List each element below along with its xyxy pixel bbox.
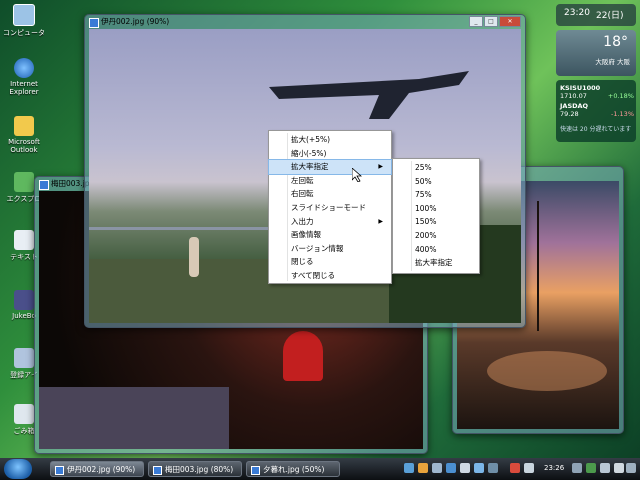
tray-icon[interactable]	[524, 463, 534, 473]
taskbar-clock[interactable]: 23:26	[544, 464, 564, 472]
stock-change: +0.18%	[607, 92, 634, 100]
stock-row: JASDAQ 79.28 -1.13%	[560, 102, 634, 118]
zoom-option-100[interactable]: 100%	[393, 202, 479, 216]
tray-icon[interactable]	[572, 463, 582, 473]
desktop-icon-label: JukeBo	[12, 312, 36, 320]
stock-symbol: JASDAQ	[560, 102, 589, 110]
zoom-option-400[interactable]: 400%	[393, 243, 479, 257]
tray-icon[interactable]	[510, 463, 520, 473]
window-controls: _ □ ✕	[469, 16, 521, 27]
jukebox-icon	[14, 290, 34, 310]
app-icon	[89, 18, 99, 28]
zoom-option-200[interactable]: 200%	[393, 229, 479, 243]
recycle-bin-icon	[14, 404, 34, 424]
app-icon	[251, 466, 260, 475]
taskbar-button-umeda[interactable]: 梅田003.jpg (80%)	[148, 461, 242, 477]
zoom-option-150[interactable]: 150%	[393, 215, 479, 229]
airplane-silhouette	[269, 71, 469, 119]
menu-item-zoom-out[interactable]: 縮小(-5%)	[269, 147, 391, 161]
taskbar-button-itami[interactable]: 伊丹002.jpg (90%)	[50, 461, 144, 477]
stocks-gadget[interactable]: KSISU1000 1710.07 +0.18% JASDAQ 79.28 -1…	[556, 80, 636, 142]
zoom-option-25[interactable]: 25%	[393, 161, 479, 175]
mouse-cursor-icon	[352, 168, 362, 182]
puddle-reflection	[487, 351, 607, 391]
menu-item-rotate-left[interactable]: 左回転	[269, 174, 391, 188]
gadget-date: 22(日)	[596, 11, 624, 21]
app-icon	[153, 466, 162, 475]
tray-icon[interactable]	[404, 463, 414, 473]
person-figure	[189, 237, 199, 277]
tray-icon[interactable]	[488, 463, 498, 473]
menu-item-close[interactable]: 閉じる	[269, 255, 391, 269]
tray-icon[interactable]	[432, 463, 442, 473]
tray-icon[interactable]	[600, 463, 610, 473]
menu-item-label: 拡大率指定	[291, 162, 329, 172]
tray-icon[interactable]	[626, 463, 636, 473]
brick-path	[39, 387, 229, 449]
desktop-icon-label: コンピュータ	[3, 29, 45, 37]
taskbar-button-sunset[interactable]: 夕暮れ.jpg (50%)	[246, 461, 340, 477]
internet-explorer-icon	[14, 58, 34, 78]
desktop-icon-label: Internet Explorer	[9, 80, 39, 96]
maximize-button[interactable]: □	[484, 16, 498, 27]
menu-item-version-info[interactable]: バージョン情報	[269, 242, 391, 256]
clock-gadget[interactable]: 23:20 22(日)	[556, 4, 636, 26]
submenu-arrow-icon: ▶	[378, 163, 383, 171]
stock-value: 1710.07	[560, 92, 587, 100]
taskbar-button-label: 梅田003.jpg (80%)	[165, 465, 234, 474]
desktop-icon-label: ごみ箱	[13, 427, 35, 435]
close-button[interactable]: ✕	[499, 16, 521, 27]
menu-item-zoom-ratio[interactable]: 拡大率指定 ▶	[268, 159, 392, 175]
text-file-icon	[14, 230, 34, 250]
menu-item-image-info[interactable]: 画像情報	[269, 228, 391, 242]
desktop-icon-label: Microsoft Outlook	[8, 138, 40, 154]
utility-pole	[537, 201, 539, 331]
menu-item-close-all[interactable]: すべて閉じる	[269, 269, 391, 283]
tray-icon[interactable]	[614, 463, 624, 473]
stock-row: KSISU1000 1710.07 +0.18%	[560, 84, 634, 100]
zoom-submenu: 25% 50% 75% 100% 150% 200% 400% 拡大率指定	[392, 158, 480, 274]
zoom-option-75[interactable]: 75%	[393, 188, 479, 202]
taskbar-button-label: 伊丹002.jpg (90%)	[67, 465, 136, 474]
weather-temp: 18°	[603, 34, 628, 50]
menu-item-label: 入出力	[291, 216, 314, 226]
stock-symbol: KSISU1000	[560, 84, 601, 92]
registered-icon	[14, 348, 34, 368]
desktop-icon-internet-explorer[interactable]: Internet Explorer	[2, 58, 46, 96]
computer-icon	[13, 4, 35, 26]
weather-gadget[interactable]: 18° 大阪府 大阪	[556, 30, 636, 76]
app-icon	[39, 180, 49, 190]
minimize-button[interactable]: _	[469, 16, 483, 27]
folder-icon	[14, 172, 34, 192]
window-titlebar[interactable]: 伊丹002.jpg (90%) _ □ ✕	[85, 15, 525, 29]
menu-item-io[interactable]: 入出力 ▶	[269, 215, 391, 229]
menu-item-rotate-right[interactable]: 右回転	[269, 187, 391, 201]
stock-change: -1.13%	[611, 110, 634, 118]
menu-item-slideshow[interactable]: スライドショーモード	[269, 201, 391, 215]
window-title: 伊丹002.jpg (90%)	[101, 17, 170, 26]
taskbar-button-label: 夕暮れ.jpg (50%)	[263, 465, 325, 474]
submenu-arrow-icon: ▶	[378, 217, 383, 225]
taskbar: 伊丹002.jpg (90%) 梅田003.jpg (80%) 夕暮れ.jpg …	[0, 458, 640, 480]
tray-icon[interactable]	[446, 463, 456, 473]
zoom-option-50[interactable]: 50%	[393, 175, 479, 189]
desktop-icon-outlook[interactable]: Microsoft Outlook	[2, 116, 46, 154]
start-button[interactable]	[4, 459, 32, 479]
gadget-time: 23:20	[564, 8, 590, 18]
stock-value: 79.28	[560, 110, 579, 118]
outlook-icon	[14, 116, 34, 136]
stock-note: 快速は 20 分遅れています	[560, 126, 632, 133]
tray-icon[interactable]	[460, 463, 470, 473]
context-menu: 拡大(+5%) 縮小(-5%) 拡大率指定 ▶ 左回転 右回転 スライドショーモ…	[268, 130, 392, 284]
weather-location: 大阪府 大阪	[595, 58, 630, 66]
app-icon	[55, 466, 64, 475]
tray-icon[interactable]	[474, 463, 484, 473]
zoom-option-custom[interactable]: 拡大率指定	[393, 256, 479, 270]
desktop-icon-computer[interactable]: コンピュータ	[2, 4, 46, 38]
tray-icon[interactable]	[586, 463, 596, 473]
red-umbrella	[283, 331, 323, 381]
tray-icon[interactable]	[418, 463, 428, 473]
menu-item-zoom-in[interactable]: 拡大(+5%)	[269, 133, 391, 147]
